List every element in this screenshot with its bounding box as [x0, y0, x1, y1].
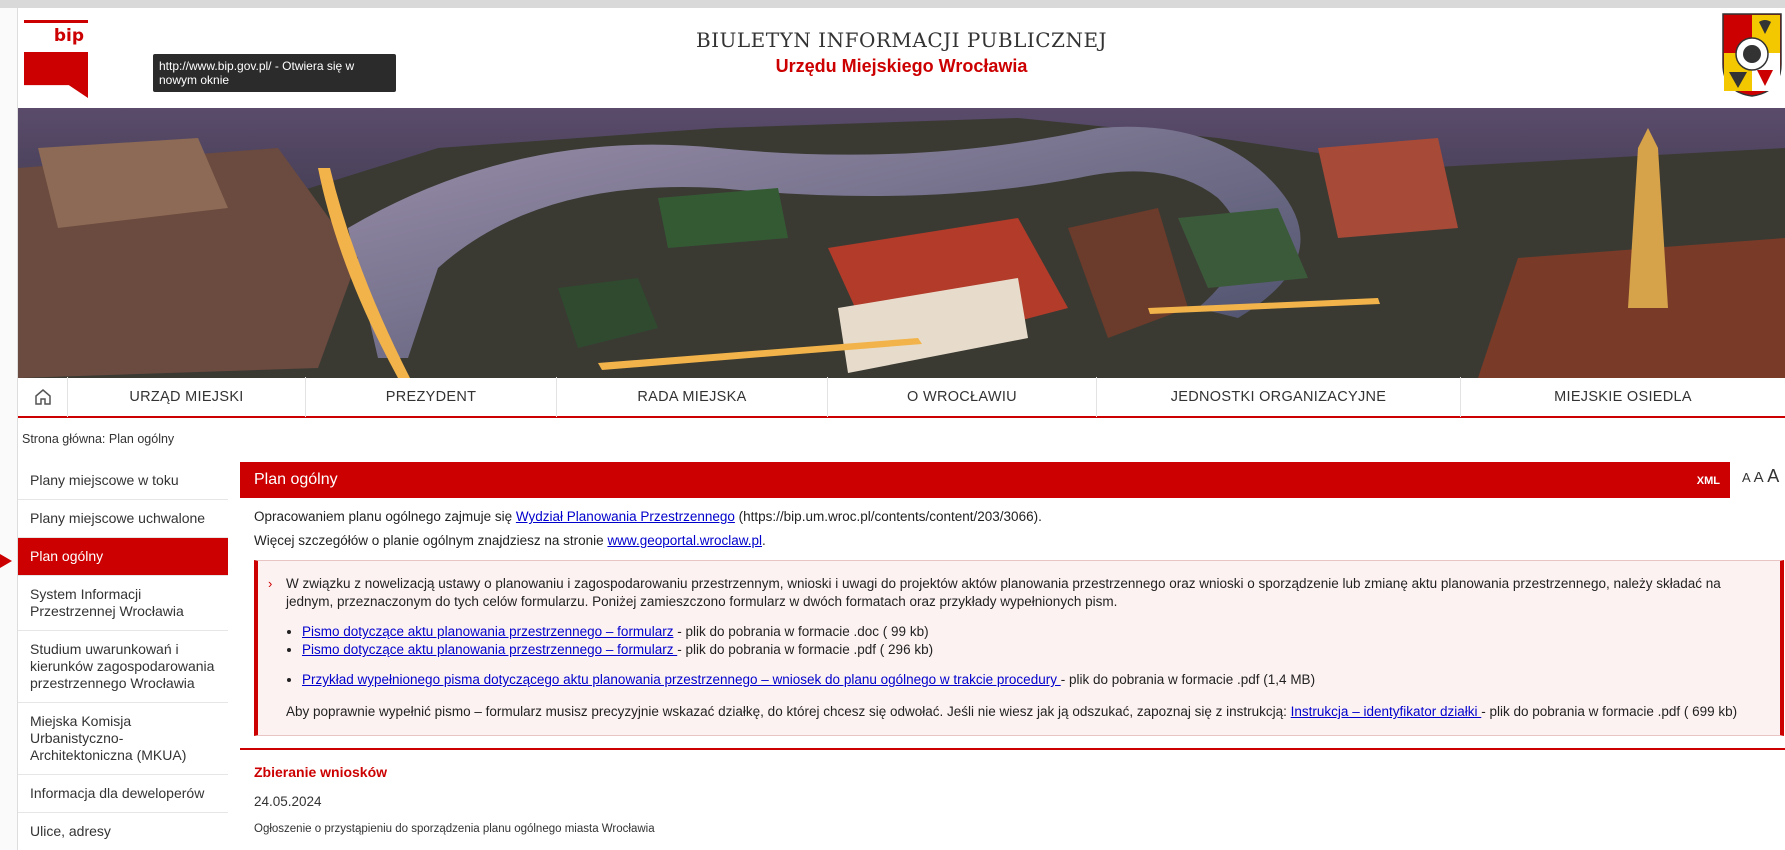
nav-item-prezydent[interactable]: PREZYDENT	[306, 377, 557, 417]
content-header: Plan ogólny XML	[240, 462, 1730, 498]
active-item-arrow	[0, 554, 12, 568]
list-item: Przykład wypełnionego pisma dotyczącego …	[302, 671, 1762, 689]
formularz-doc-link[interactable]: Pismo dotyczące aktu planowania przestrz…	[302, 624, 673, 639]
home-button[interactable]	[18, 377, 68, 417]
main-content: Plan ogólny XML Opracowaniem planu ogóln…	[240, 462, 1785, 835]
page-title: Plan ogólny	[254, 471, 338, 488]
nav-item-urzad-miejski[interactable]: URZĄD MIEJSKI	[68, 377, 306, 417]
list-item: Pismo dotyczące aktu planowania przestrz…	[302, 623, 1762, 641]
site-header: bip http://www.bip.gov.pl/ - Otwiera się…	[18, 8, 1785, 108]
list-item: Pismo dotyczące aktu planowania przestrz…	[302, 641, 1762, 659]
nav-item-miejskie-osiedla[interactable]: MIEJSKIE OSIEDLA	[1461, 377, 1785, 417]
sidebar-item-studium[interactable]: Studium uwarunkowań i kierunków zagospod…	[18, 631, 228, 703]
sidebar-item-plany-w-toku[interactable]: Plany miejscowe w toku	[18, 462, 228, 500]
page-header-title: BIULETYN INFORMACJI PUBLICZNEJ Urzędu Mi…	[18, 28, 1785, 77]
formularz-pdf-link[interactable]: Pismo dotyczące aktu planowania przestrz…	[302, 642, 677, 657]
sidebar-item-plany-uchwalone[interactable]: Plany miejscowe uchwalone	[18, 500, 228, 538]
breadcrumb: Strona główna: Plan ogólny	[22, 432, 175, 446]
main-navigation: URZĄD MIEJSKI PREZYDENT RADA MIEJSKA O W…	[18, 377, 1785, 418]
przyklad-pisma-link[interactable]: Przykład wypełnionego pisma dotyczącego …	[302, 672, 1061, 687]
bip-title: BIULETYN INFORMACJI PUBLICZNEJ	[695, 28, 1108, 52]
geoportal-paragraph: Więcej szczegółów o planie ogólnym znajd…	[254, 533, 766, 548]
geoportal-link[interactable]: www.geoportal.wroclaw.pl	[607, 533, 762, 548]
wroclaw-crest-icon[interactable]	[1721, 12, 1783, 98]
section-title[interactable]: Zbieranie wniosków	[254, 764, 1785, 780]
browser-left-edge	[0, 0, 18, 850]
office-title: Urzędu Miejskiego Wrocławia	[775, 56, 1028, 76]
news-section: Zbieranie wniosków 24.05.2024 Ogłoszenie…	[240, 748, 1785, 835]
sidebar-item-ulice-adresy[interactable]: Ulice, adresy	[18, 813, 228, 850]
section-note[interactable]: Ogłoszenie o przystąpieniu do sporządzen…	[254, 823, 1785, 835]
wydzial-link[interactable]: Wydział Planowania Przestrzennego	[516, 509, 735, 524]
nav-item-o-wroclawiu[interactable]: O WROCŁAWIU	[828, 377, 1097, 417]
sidebar-item-plan-ogolny[interactable]: Plan ogólny	[18, 538, 228, 576]
chevron-right-icon: ›	[268, 576, 273, 591]
intro-paragraph: Opracowaniem planu ogólnego zajmuje się …	[254, 509, 1042, 524]
home-icon	[34, 389, 51, 405]
city-banner-image	[18, 108, 1785, 378]
sidebar-menu: Plany miejscowe w toku Plany miejscowe u…	[18, 462, 228, 850]
instruction-paragraph: Aby poprawnie wypełnić pismo – formularz…	[286, 704, 1738, 719]
forms-info-box: › W związku z nowelizacją ustawy o plano…	[254, 560, 1784, 736]
nav-item-jednostki-organizacyjne[interactable]: JEDNOSTKI ORGANIZACYJNE	[1097, 377, 1461, 417]
forms-list: Pismo dotyczące aktu planowania przestrz…	[302, 623, 1762, 659]
box-intro-text: W związku z nowelizacją ustawy o planowa…	[286, 576, 1721, 609]
examples-list: Przykład wypełnionego pisma dotyczącego …	[302, 671, 1762, 689]
xml-link[interactable]: XML	[1697, 475, 1720, 487]
sidebar-item-deweloperzy[interactable]: Informacja dla deweloperów	[18, 775, 228, 813]
browser-top-edge	[0, 0, 1785, 8]
section-date: 24.05.2024	[254, 794, 322, 809]
instrukcja-link[interactable]: Instrukcja – identyfikator działki	[1291, 704, 1482, 719]
sidebar-item-mkua[interactable]: Miejska Komisja Urbanistyczno-Architekto…	[18, 703, 228, 775]
sidebar-item-sip[interactable]: System Informacji Przestrzennej Wrocławi…	[18, 576, 228, 631]
nav-item-rada-miejska[interactable]: RADA MIEJSKA	[557, 377, 828, 417]
